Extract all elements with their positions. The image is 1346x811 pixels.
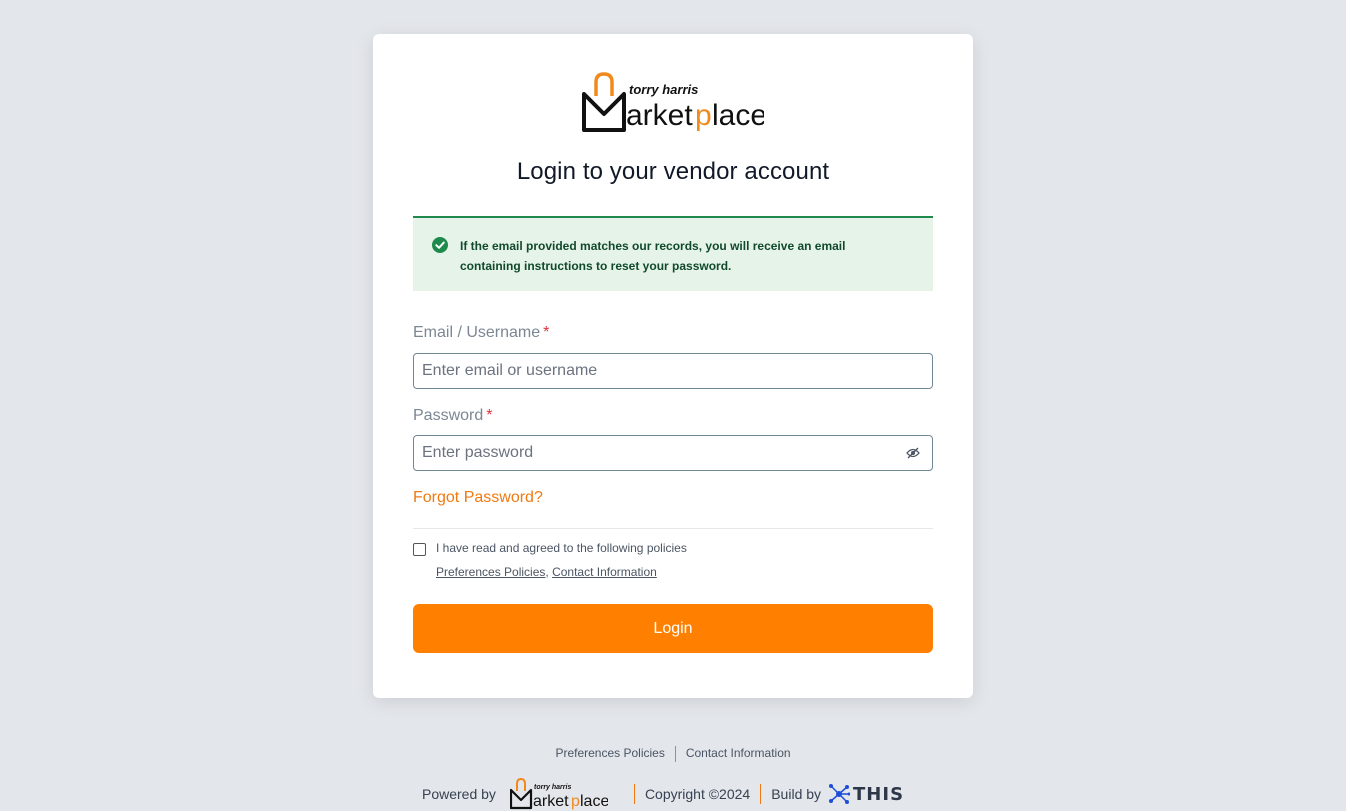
eye-slash-icon[interactable] [906,447,920,459]
divider [413,528,933,529]
forgot-password-link[interactable]: Forgot Password? [413,489,543,507]
build-by-text: Build by [771,786,822,802]
svg-text:arket: arket [626,99,693,132]
policy-separator: , [545,565,549,579]
this-brand-text: THIS [853,783,905,805]
password-input-wrapper [413,435,933,471]
agree-text: I have read and agreed to the following … [436,541,687,555]
footer-credits: Powered by torry harris arket p lace Cop… [422,778,904,810]
success-alert: If the email provided matches our record… [413,216,933,291]
footer-contact-information-link[interactable]: Contact Information [686,746,791,760]
password-label-text: Password [413,407,484,424]
email-label: Email / Username * [413,324,549,342]
agree-checkbox[interactable] [413,543,426,556]
copyright-text: Copyright ©2024 [644,786,751,802]
marketplace-mini-logo: torry harris arket p lace [509,778,608,810]
svg-text:lace: lace [580,793,608,810]
password-label: Password * [413,407,492,425]
footer-links: Preferences Policies Contact Information [0,746,1346,762]
preferences-policies-link[interactable]: Preferences Policies [436,565,545,579]
email-label-text: Email / Username [413,324,541,341]
email-input[interactable] [422,354,892,388]
page-title: Login to your vendor account [516,158,830,185]
marketplace-logo: torry harris arket p lace [582,72,764,132]
login-button[interactable]: Login [413,604,933,653]
required-mark: * [486,407,493,424]
email-input-wrapper [413,353,933,389]
network-icon [829,784,851,804]
svg-text:torry harris: torry harris [534,784,571,791]
contact-information-link[interactable]: Contact Information [552,565,657,579]
svg-text:lace: lace [712,99,764,132]
footer-separator [633,784,635,804]
password-input[interactable] [422,436,892,470]
footer-separator [674,746,676,762]
svg-text:torry harris: torry harris [629,82,698,97]
check-circle-icon [432,237,448,253]
alert-message: If the email provided matches our record… [460,239,846,273]
svg-text:p: p [571,793,580,810]
required-mark: * [543,324,550,341]
login-card: torry harris arket p lace Login to your … [373,34,973,698]
svg-text:arket: arket [533,793,569,810]
policy-links: Preferences Policies, Contact Informatio… [436,565,657,579]
footer-separator [760,784,762,804]
footer-preferences-policies-link[interactable]: Preferences Policies [555,746,664,760]
svg-text:p: p [695,99,712,132]
this-logo: THIS [828,783,904,805]
powered-by-text: Powered by [422,786,496,802]
